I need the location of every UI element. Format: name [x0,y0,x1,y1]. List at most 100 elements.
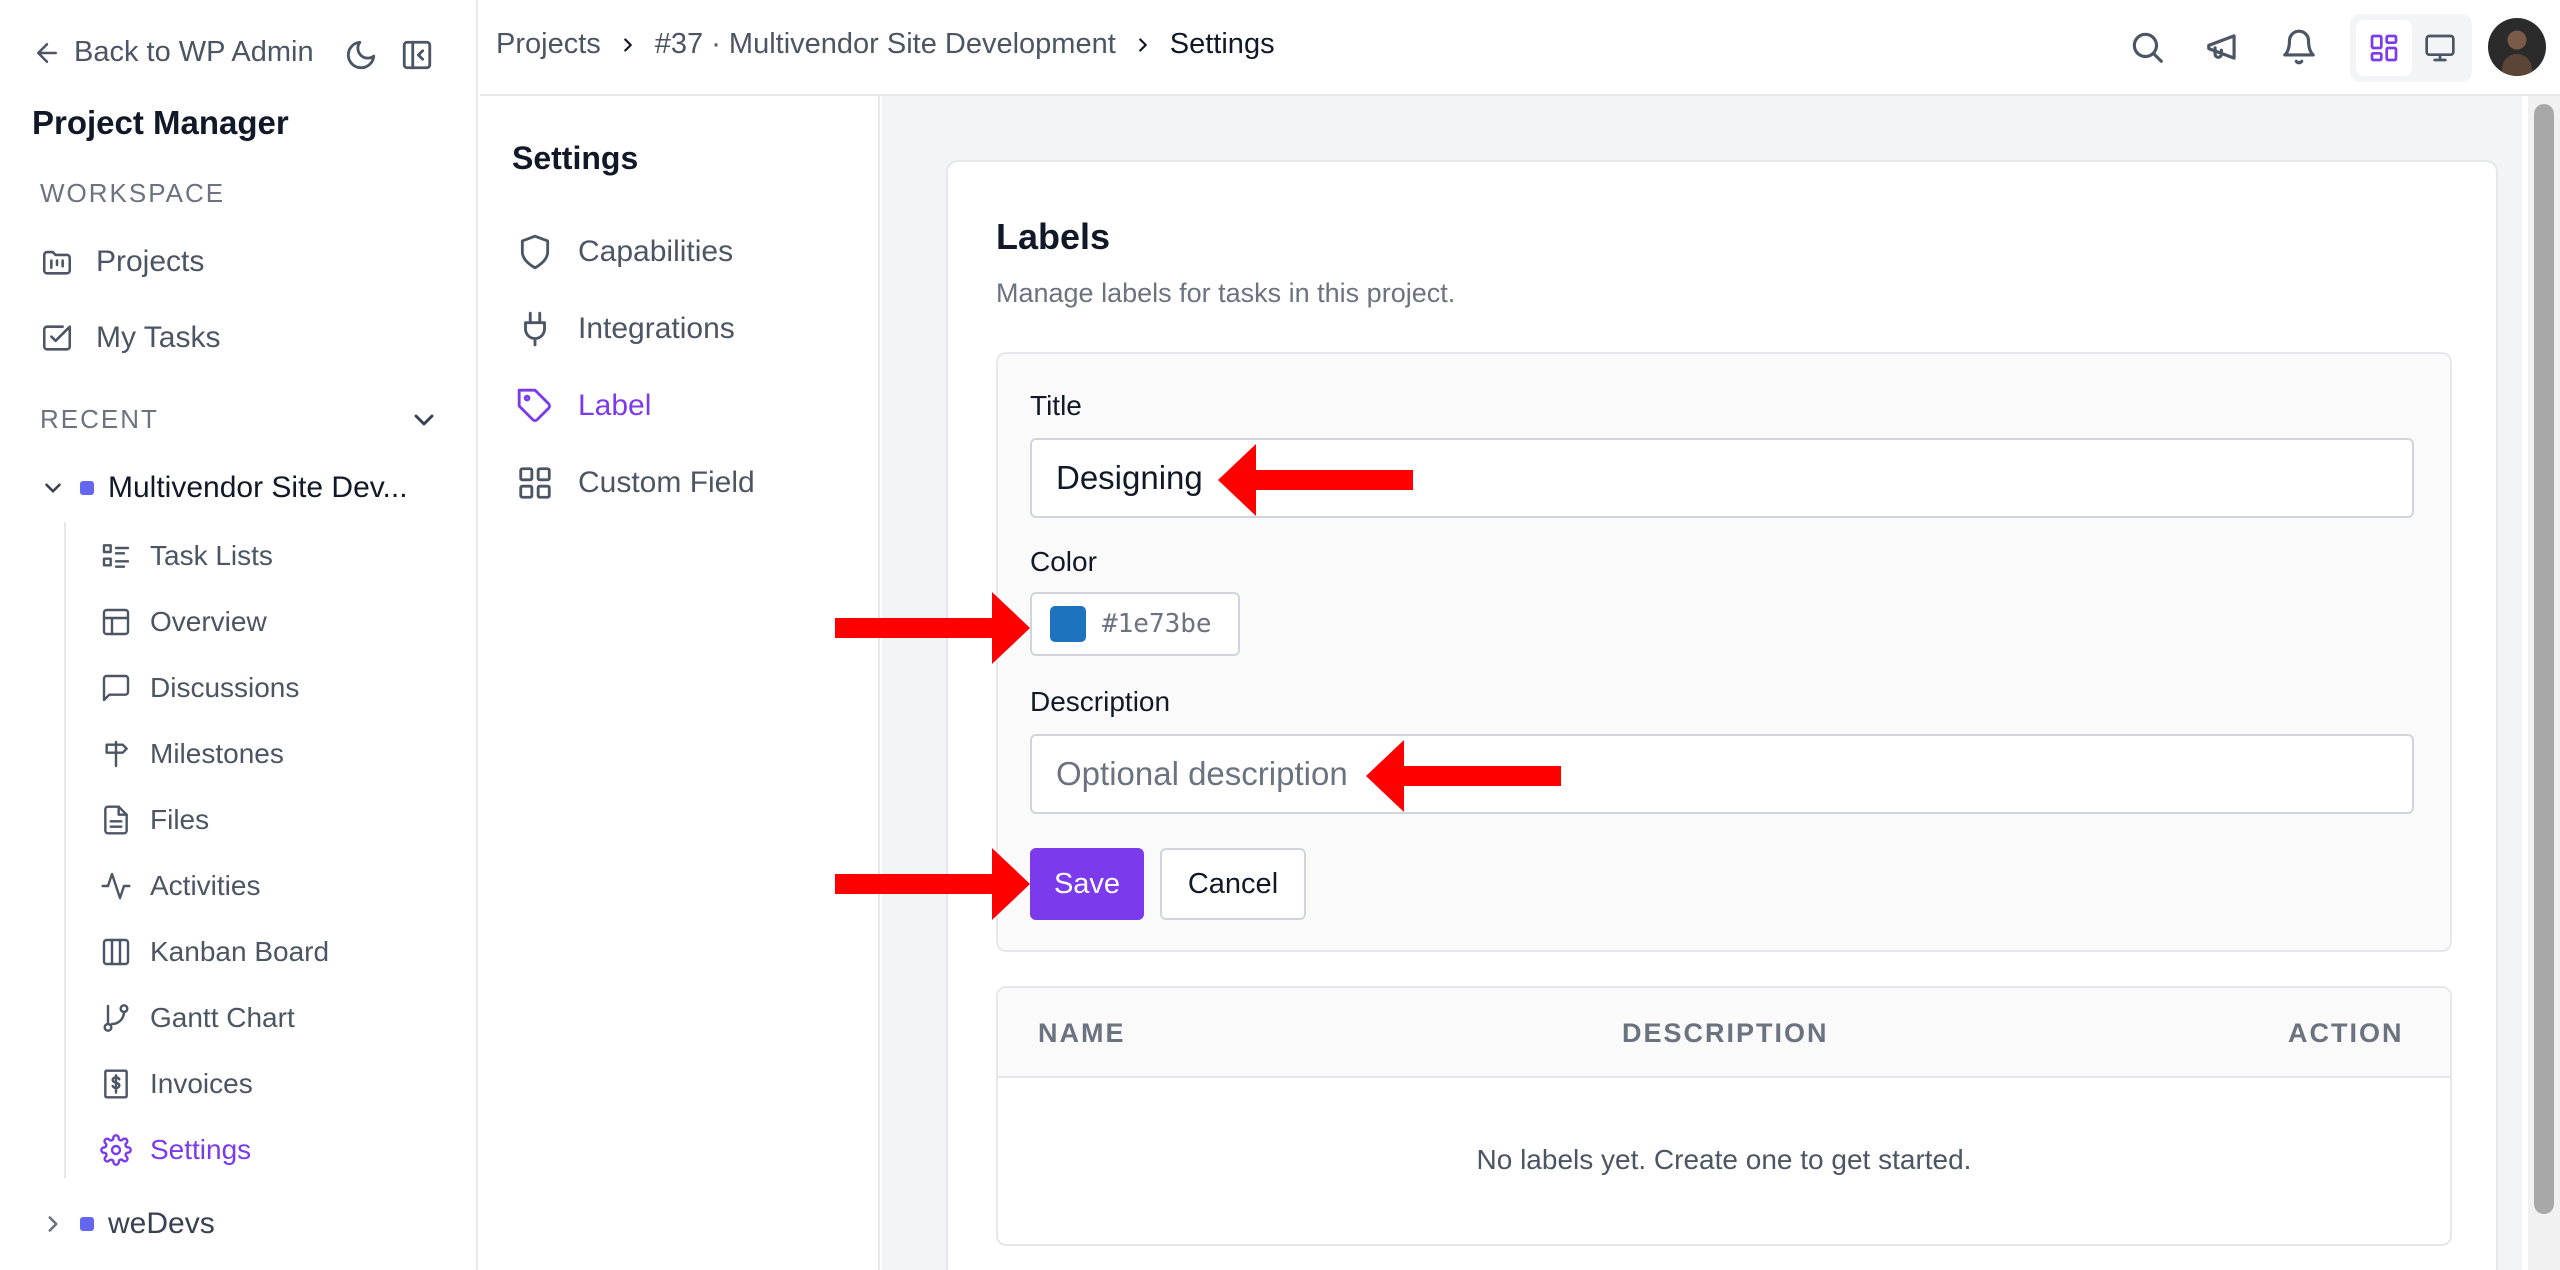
settings-nav-label: Label [578,389,652,422]
nav-item-label: Projects [96,245,205,278]
bell-icon[interactable] [2280,28,2318,66]
column-description: DESCRIPTION [1622,1018,1829,1048]
sub-item-label: Overview [150,606,267,637]
settings-nav-label: Custom Field [578,466,755,499]
sub-item-label: Files [150,804,210,835]
grid-view-button[interactable] [2356,20,2412,76]
scrollbar-thumb[interactable] [2534,104,2554,1214]
chevron-right-icon [1138,37,1147,52]
labels-card: Labels Manage labels for tasks in this p… [946,160,2498,1270]
settings-nav-title: Settings [512,140,639,176]
sub-item-settings[interactable]: Settings [100,1130,251,1170]
tag-icon [517,388,551,422]
git-branch-icon [103,1004,129,1032]
description-field-label: Description [1030,686,1171,717]
labels-subtitle: Manage labels for tasks in this project. [996,278,1456,308]
file-text-icon [104,805,128,835]
labels-table: NAME DESCRIPTION ACTION No labels yet. C… [996,986,2452,1246]
empty-state-message: No labels yet. Create one to get started… [1476,1144,1972,1175]
plug-icon [524,311,546,347]
save-button[interactable]: Save [1030,848,1144,920]
shield-icon [520,234,550,270]
color-field-label: Color [1030,546,1097,577]
view-toggle-group [2350,14,2472,82]
label-form: Title Color #1e73be Description Save Can… [996,352,2452,952]
breadcrumb-current: Settings [1169,28,1275,60]
title-field-label: Title [1030,390,1082,421]
column-action: ACTION [2288,1018,2404,1048]
project-wedevs[interactable]: weDevs [40,1202,215,1246]
project-name: weDevs [108,1207,215,1240]
page-scrollbar[interactable] [2528,96,2560,1270]
megaphone-icon[interactable] [2204,28,2242,66]
description-input[interactable] [1030,734,2414,814]
chevron-right-icon [623,37,632,52]
sub-item-label: Settings [150,1134,252,1165]
gear-icon [100,1134,132,1166]
collapse-sidebar-icon[interactable] [400,38,434,72]
nav-item-my-tasks[interactable]: My Tasks [40,316,220,360]
signpost-icon [105,740,128,768]
sub-item-label: Activities [150,870,261,901]
column-name: NAME [1038,1018,1126,1048]
color-picker[interactable]: #1e73be [1030,592,1240,656]
project-color-dot [80,481,94,495]
sub-item-label: Gantt Chart [150,1002,295,1033]
avatar[interactable] [2488,18,2546,76]
breadcrumb-project[interactable]: #37 · Multivendor Site Development [655,28,1116,61]
message-square-icon [102,674,130,702]
nav-item-projects[interactable]: Projects [40,240,204,284]
annotation-arrow-right [835,848,1030,920]
settings-nav-label: Integrations [578,312,735,345]
sub-item-milestones[interactable]: Milestones [100,734,284,774]
sub-item-label: Task Lists [150,540,273,571]
activity-icon [101,872,131,900]
settings-nav-label-item[interactable]: Label [516,384,651,428]
back-to-wp-admin-link[interactable]: Back to WP Admin [32,36,314,69]
annotation-arrow-left [1218,444,1413,516]
sub-item-discussions[interactable]: Discussions [100,668,299,708]
app-title: Project Manager [32,104,289,141]
sub-item-label: Discussions [150,672,300,703]
sub-item-label: Milestones [150,738,284,769]
nav-item-label: My Tasks [96,321,221,354]
list-checks-icon [102,544,130,568]
sub-item-label: Invoices [150,1068,253,1099]
back-link-label: Back to WP Admin [74,36,314,68]
sub-item-gantt-chart[interactable]: Gantt Chart [100,998,295,1038]
folder-icon [42,250,72,275]
checkbox-icon [42,325,72,351]
sub-item-activities[interactable]: Activities [100,866,260,906]
grid-icon [2370,34,2398,62]
columns-icon [102,938,130,966]
settings-nav-custom-field[interactable]: Custom Field [516,461,755,505]
sub-item-invoices[interactable]: Invoices [100,1064,253,1104]
recent-section-label: RECENT [40,404,159,434]
project-multivendor[interactable]: Multivendor Site Dev... [40,466,408,510]
labels-title: Labels [996,216,1111,257]
settings-nav-capabilities[interactable]: Capabilities [516,230,733,274]
color-swatch [1050,606,1086,642]
cancel-button[interactable]: Cancel [1160,848,1306,920]
top-header: Projects #37 · Multivendor Site Developm… [480,0,2560,96]
chevron-right-icon [48,1216,58,1232]
sub-item-files[interactable]: Files [100,800,209,840]
chevron-down-icon[interactable] [408,404,440,436]
workspace-section-label: WORKSPACE [40,178,226,208]
sub-item-kanban-board[interactable]: Kanban Board [100,932,329,972]
annotation-arrow-right [835,592,1030,664]
sub-item-task-lists[interactable]: Task Lists [100,536,273,576]
project-color-dot [80,1217,94,1231]
main-content: Labels Manage labels for tasks in this p… [882,96,2522,1270]
layout-icon [102,608,130,636]
search-icon[interactable] [2128,28,2166,66]
breadcrumb-projects[interactable]: Projects [496,28,601,61]
chevron-down-icon [45,483,61,493]
sub-item-overview[interactable]: Overview [100,602,267,642]
arrow-left-icon [37,42,57,63]
tree-line [64,522,66,1178]
desktop-view-button[interactable] [2412,20,2468,76]
moon-icon[interactable] [344,38,378,72]
settings-nav-integrations[interactable]: Integrations [516,307,735,351]
left-sidebar: Back to WP Admin Project Manager WORKSPA… [0,0,478,1270]
